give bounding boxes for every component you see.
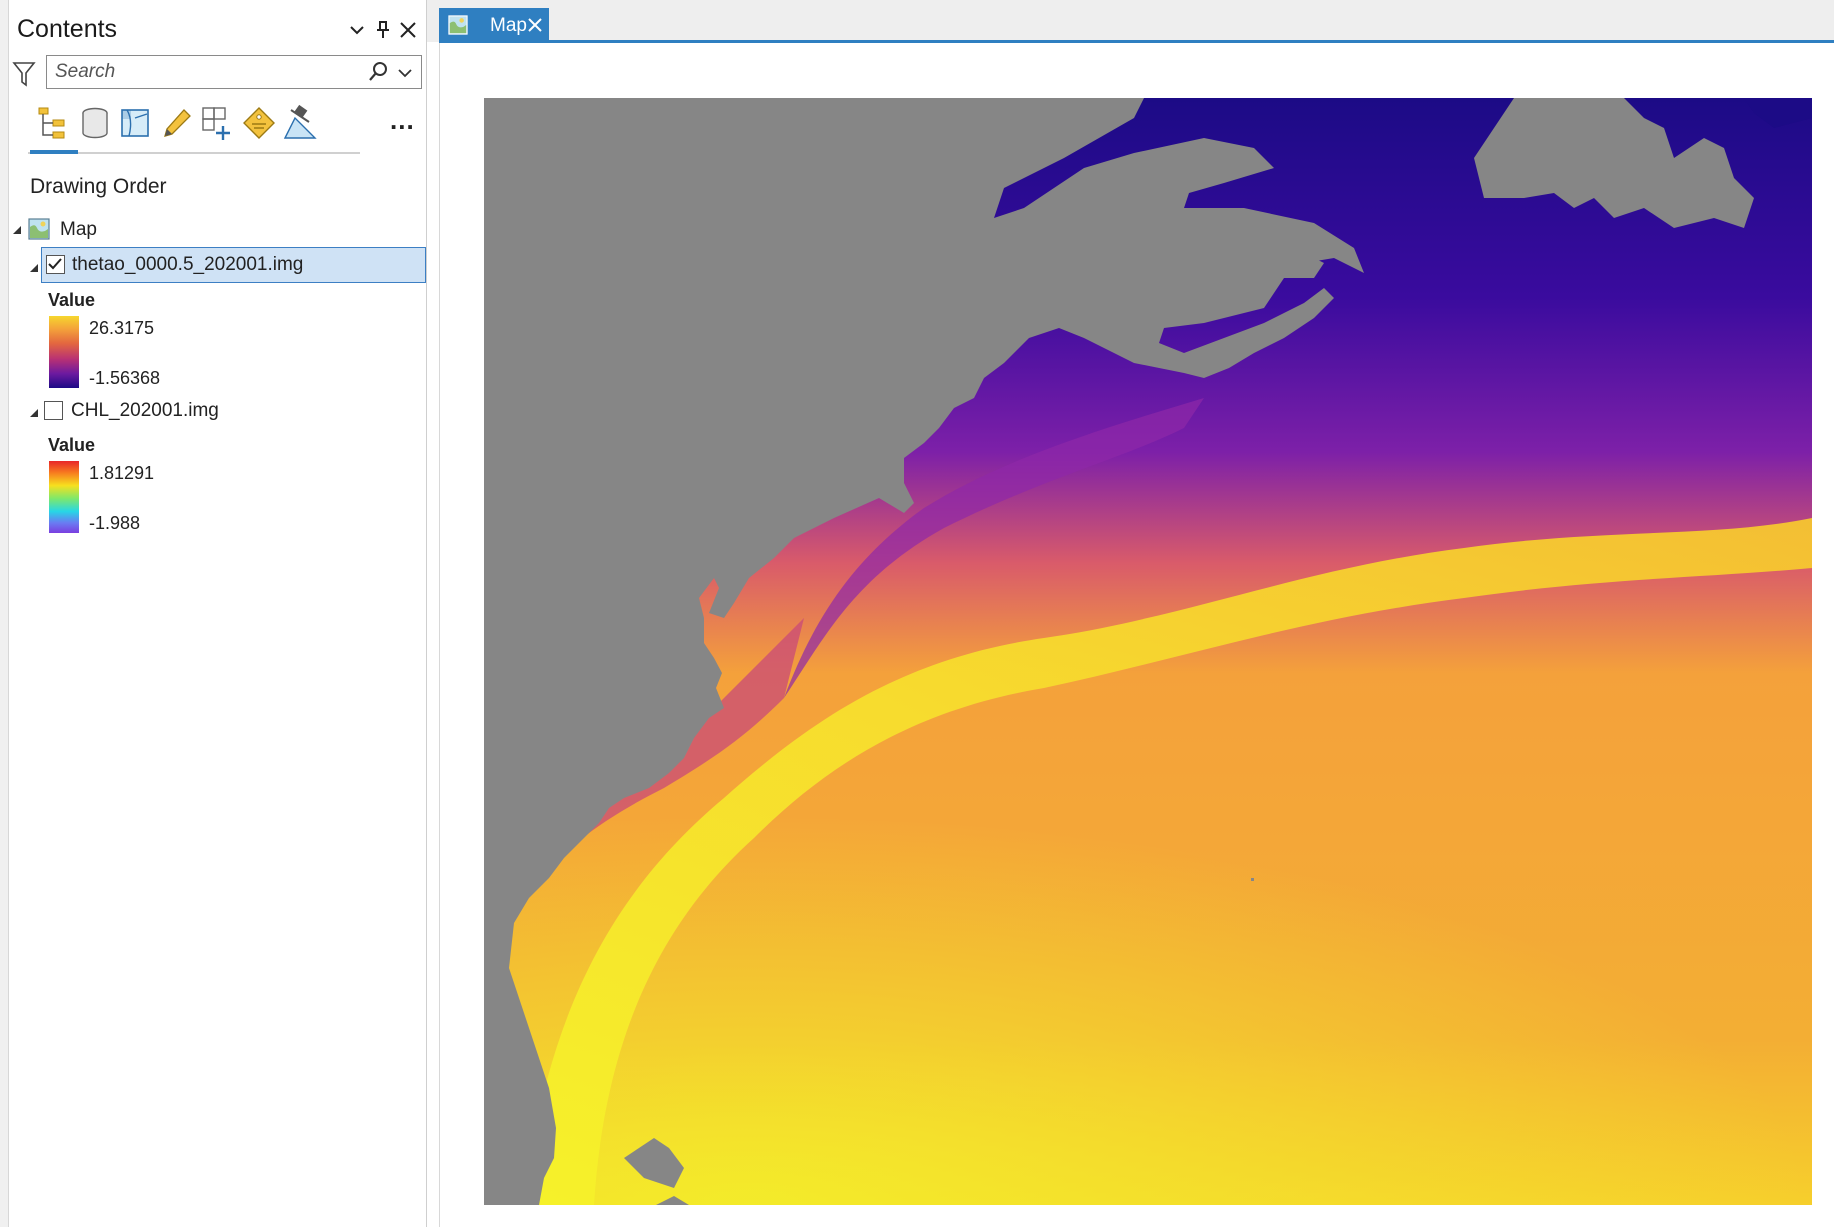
layer-name: CHL_202001.img <box>71 400 219 421</box>
warm-water-area <box>484 718 1812 1205</box>
plasma-color-ramp <box>49 316 79 388</box>
map-tab[interactable]: Map <box>439 8 549 42</box>
close-pane-icon[interactable] <box>395 16 421 44</box>
pane-title: Contents <box>17 15 118 43</box>
land-speck <box>1251 878 1254 881</box>
search-icon[interactable] <box>367 61 389 83</box>
spectral-color-ramp <box>49 461 79 533</box>
map-icon <box>448 15 468 35</box>
toolbar-active-indicator <box>30 150 78 154</box>
layer-expander-icon[interactable] <box>29 405 39 417</box>
map-node-label[interactable]: Map <box>60 219 97 241</box>
list-by-snapping-icon[interactable] <box>198 104 238 142</box>
more-options-icon[interactable]: ... <box>390 107 415 133</box>
legend-max-value: 1.81291 <box>89 463 155 483</box>
layer-visibility-checkbox[interactable] <box>44 401 63 420</box>
pane-edge <box>0 0 9 1227</box>
map-icon <box>28 218 50 240</box>
filter-icon[interactable] <box>12 60 36 88</box>
legend-heading: Value <box>48 290 96 310</box>
list-by-labeling-icon[interactable] <box>239 104 279 142</box>
drawing-order-heading: Drawing Order <box>30 175 167 198</box>
list-by-data-source-icon[interactable] <box>75 104 115 142</box>
legend-min-value: -1.56368 <box>89 368 161 388</box>
close-tab-icon[interactable] <box>526 16 544 34</box>
legend-max-value: 26.3175 <box>89 318 155 338</box>
contents-pane: Contents Search ... Drawing Order Map th… <box>0 0 427 1227</box>
search-dropdown-chevron-icon[interactable] <box>396 65 414 81</box>
list-by-editing-icon[interactable] <box>157 104 197 142</box>
search-box <box>46 55 422 89</box>
map-tab-label: Map <box>490 15 527 36</box>
list-by-perspective-imagery-icon[interactable] <box>280 104 320 142</box>
list-by-drawing-order-icon[interactable] <box>33 104 73 142</box>
pin-icon[interactable] <box>370 16 396 44</box>
search-input[interactable] <box>55 60 355 84</box>
layer-row-chl[interactable]: CHL_202001.img <box>41 396 426 426</box>
view-tab-strip: Map <box>427 0 1834 43</box>
layer-row-thetao[interactable]: thetao_0000.5_202001.img <box>41 247 426 283</box>
map-canvas[interactable] <box>484 98 1812 1205</box>
layer-expander-icon[interactable] <box>29 260 39 272</box>
pane-options-chevron-icon[interactable] <box>344 16 370 44</box>
layer-name: thetao_0000.5_202001.img <box>72 254 304 275</box>
map-node-expander-icon[interactable] <box>12 222 22 234</box>
legend-heading: Value <box>48 435 96 455</box>
contents-view-toolbar: ... <box>28 100 414 156</box>
list-by-selection-icon[interactable] <box>116 104 156 142</box>
layer-visibility-checkbox[interactable] <box>46 255 65 274</box>
legend-min-value: -1.988 <box>89 513 141 533</box>
map-raster <box>484 98 1812 1205</box>
